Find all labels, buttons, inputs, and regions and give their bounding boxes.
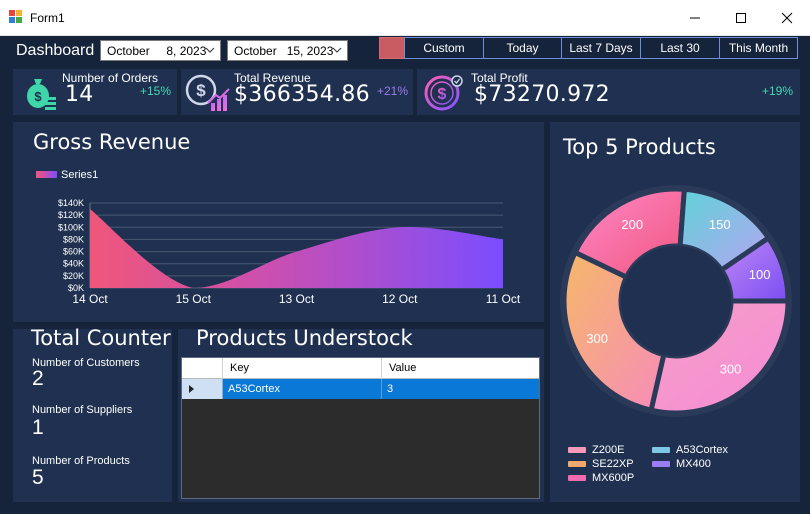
table-row[interactable]: A53Cortex 3 [182, 379, 539, 399]
svg-text:$: $ [196, 81, 206, 100]
legend-label: SE22XP [592, 458, 634, 470]
svg-text:$: $ [34, 89, 42, 104]
chevron-down-icon [332, 47, 342, 53]
x-tick-label: 14 Oct [72, 292, 108, 306]
close-icon [781, 12, 793, 24]
filter-last-7-days-button[interactable]: Last 7 Days [561, 37, 641, 59]
filter-color-swatch [379, 37, 405, 59]
legend-swatch [36, 171, 57, 178]
donut-slice-value: 200 [621, 217, 643, 232]
kpi-orders-card: $ Number of Orders 14 +15% [13, 69, 177, 115]
legend-item-mx600p: MX600P [568, 472, 634, 484]
products-label: Number of Products [32, 455, 130, 467]
dollar-coin-icon: $ [424, 75, 463, 111]
y-tick-label: $140K [58, 198, 84, 208]
maximize-icon [736, 13, 746, 23]
customers-value: 2 [32, 367, 44, 390]
kpi-revenue-change: +21% [377, 84, 409, 98]
legend-label: MX400 [676, 458, 711, 470]
dollar-growth-icon: $ [185, 74, 230, 111]
window-title: Form1 [30, 11, 65, 25]
gross-revenue-chart: Series1 $140K$120K$100K$80K$60K$40K$20K$… [36, 169, 521, 306]
row-selector[interactable] [182, 379, 223, 399]
legend-swatch [568, 461, 586, 467]
kpi-revenue-value: $366354.86 [234, 82, 370, 107]
x-tick-label: 12 Oct [382, 292, 418, 306]
svg-text:$: $ [438, 86, 447, 103]
kpi-profit-card: $ Total Profit $73270.972 +19% [417, 69, 800, 115]
donut-slice-value: 300 [586, 331, 608, 346]
donut-slice-value: 100 [749, 267, 771, 282]
legend-item-se22xp: SE22XP [568, 458, 634, 470]
y-tick-label: $100K [58, 222, 84, 232]
filter-last-30-button[interactable]: Last 30 [640, 37, 720, 59]
filter-custom-button[interactable]: Custom [404, 37, 484, 59]
legend-label: MX600P [592, 472, 635, 484]
donut-slice-value: 300 [720, 361, 742, 376]
legend-item-mx400: MX400 [652, 458, 711, 470]
date-filter-bar: Custom Today Last 7 Days Last 30 This Mo… [379, 37, 798, 61]
legend-series1-label: Series1 [61, 169, 98, 181]
revenue-area-series [90, 209, 503, 288]
customers-label: Number of Customers [32, 357, 140, 369]
y-tick-label: $20K [63, 271, 84, 281]
cell-key[interactable]: A53Cortex [223, 379, 382, 399]
legend-swatch [568, 475, 586, 481]
suppliers-value: 1 [32, 416, 44, 439]
window-titlebar: Form1 [0, 0, 810, 36]
cell-value[interactable]: 3 [382, 379, 539, 399]
top-products-panel: Top 5 Products 300 300 200 150 100 Z200E A53… [550, 122, 800, 502]
y-tick-label: $40K [63, 259, 84, 269]
total-counter-panel: Total Counter Number of Customers 2 Numb… [13, 326, 172, 502]
products-value: 5 [32, 466, 44, 489]
start-date-value: October 8, 2023 [107, 44, 207, 58]
y-tick-label: $120K [58, 210, 84, 220]
kpi-orders-value: 14 [65, 82, 94, 107]
understock-grid[interactable]: Key Value A53Cortex 3 [181, 357, 540, 499]
row-pointer-icon [189, 385, 194, 393]
start-date-picker[interactable]: October 8, 2023 [100, 40, 221, 61]
app-icon [9, 10, 22, 23]
donut-hole [621, 246, 731, 356]
grid-corner-cell [182, 358, 223, 379]
kpi-revenue-card: $ Total Revenue $366354.86 +21% [181, 69, 413, 115]
dashboard-label: Dashboard [16, 42, 95, 59]
minimize-icon [690, 17, 700, 19]
kpi-orders-change: +15% [140, 84, 172, 98]
legend-swatch [652, 461, 670, 467]
end-date-picker[interactable]: October 15, 2023 [227, 40, 348, 61]
y-tick-label: $80K [63, 234, 84, 244]
legend-label: A53Cortex [676, 444, 728, 456]
x-tick-label: 15 Oct [176, 292, 212, 306]
legend-swatch [568, 447, 586, 453]
kpi-profit-change: +19% [762, 84, 794, 98]
legend-swatch [652, 447, 670, 453]
legend-label: Z200E [592, 444, 625, 456]
kpi-profit-value: $73270.972 [474, 82, 610, 107]
money-bag-icon: $ [27, 79, 56, 110]
donut-slice-value: 150 [709, 217, 731, 232]
y-tick-label: $60K [63, 247, 84, 257]
filter-today-button[interactable]: Today [483, 37, 562, 59]
total-counter-title: Total Counter [31, 326, 171, 350]
legend-item-z200e: Z200E [568, 444, 624, 456]
minimize-button[interactable] [672, 0, 718, 36]
legend-item-a53cortex: A53Cortex [652, 444, 728, 456]
grid-header-key[interactable]: Key [223, 358, 382, 379]
filter-this-month-button[interactable]: This Month [719, 37, 798, 59]
x-tick-label: 13 Oct [279, 292, 315, 306]
close-button[interactable] [764, 0, 810, 36]
x-tick-label: 11 Oct [486, 292, 521, 306]
suppliers-label: Number of Suppliers [32, 404, 133, 416]
chevron-down-icon [205, 47, 215, 53]
grid-header-value[interactable]: Value [382, 358, 539, 379]
maximize-button[interactable] [718, 0, 764, 36]
understock-title: Products Understock [196, 326, 413, 350]
grid-header: Key Value [182, 358, 539, 379]
end-date-value: October 15, 2023 [234, 44, 334, 58]
gross-revenue-panel: Gross Revenue Series1 $140K $120K $100K $80… [13, 122, 544, 322]
